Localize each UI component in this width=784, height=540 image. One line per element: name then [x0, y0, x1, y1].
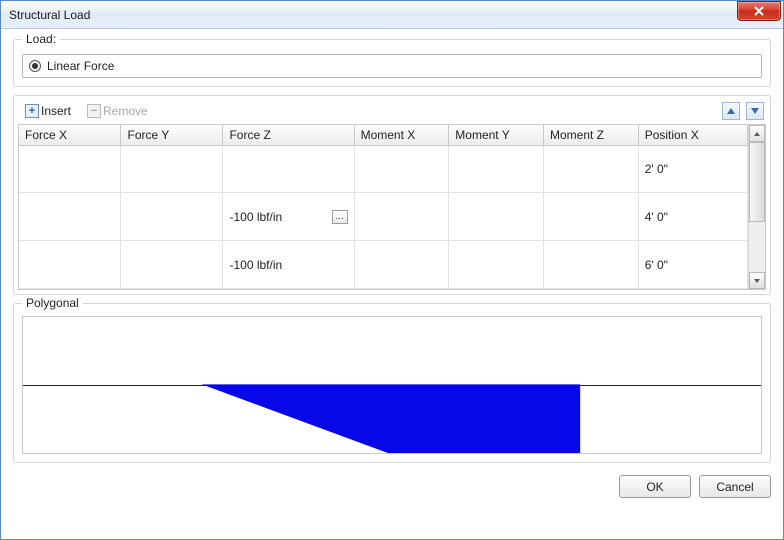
- cell-force-x[interactable]: [19, 145, 121, 193]
- client-area: Load: Linear Force + Insert − Remove: [1, 29, 783, 539]
- cancel-button[interactable]: Cancel: [699, 475, 771, 498]
- arrow-up-icon: [726, 106, 736, 116]
- polygonal-chart: [22, 316, 762, 454]
- cell-moment-x[interactable]: [354, 193, 449, 241]
- load-type-selector[interactable]: Linear Force: [22, 54, 762, 78]
- dialog-footer: OK Cancel: [13, 471, 771, 498]
- cell-force-z[interactable]: -100 lbf/in: [223, 241, 354, 289]
- ok-label: OK: [646, 480, 663, 494]
- scroll-down-button[interactable]: [749, 272, 765, 289]
- table-toolbar: + Insert − Remove: [18, 100, 766, 124]
- table-panel: + Insert − Remove: [13, 95, 771, 295]
- grid-container: Force X Force Y Force Z Moment X Moment …: [18, 124, 766, 290]
- remove-label: Remove: [103, 104, 148, 118]
- header-row: Force X Force Y Force Z Moment X Moment …: [19, 125, 748, 145]
- cell-moment-z[interactable]: [544, 241, 639, 289]
- insert-button[interactable]: + Insert: [20, 102, 76, 120]
- structural-load-dialog: Structural Load Load: Linear Force + Ins…: [0, 0, 784, 540]
- load-table[interactable]: Force X Force Y Force Z Moment X Moment …: [19, 125, 748, 289]
- load-group: Load: Linear Force: [13, 39, 771, 87]
- col-force-z[interactable]: Force Z: [223, 125, 354, 145]
- cell-moment-y[interactable]: [449, 241, 544, 289]
- col-position-x[interactable]: Position X: [638, 125, 747, 145]
- scroll-thumb[interactable]: [749, 142, 765, 222]
- scroll-up-button[interactable]: [749, 125, 765, 142]
- load-type-value: Linear Force: [47, 59, 114, 73]
- cell-moment-y[interactable]: [449, 193, 544, 241]
- minus-icon: −: [87, 104, 101, 118]
- load-group-label: Load:: [22, 32, 60, 46]
- col-moment-x[interactable]: Moment X: [354, 125, 449, 145]
- triangle-up-icon: [753, 130, 761, 138]
- cell-force-z[interactable]: [223, 145, 354, 193]
- radio-selected-icon: [29, 60, 41, 72]
- cell-force-z-value: -100 lbf/in: [229, 210, 282, 224]
- cell-moment-x[interactable]: [354, 145, 449, 193]
- cell-position-x[interactable]: 2' 0": [638, 145, 747, 193]
- triangle-down-icon: [753, 277, 761, 285]
- col-force-y[interactable]: Force Y: [121, 125, 223, 145]
- chart-polygon: [23, 317, 761, 453]
- col-force-x[interactable]: Force X: [19, 125, 121, 145]
- ok-button[interactable]: OK: [619, 475, 691, 498]
- remove-button[interactable]: − Remove: [82, 102, 153, 120]
- titlebar: Structural Load: [1, 1, 783, 29]
- cell-position-x[interactable]: 6' 0": [638, 241, 747, 289]
- cell-ellipsis-button[interactable]: …: [332, 210, 348, 224]
- cell-force-z[interactable]: -100 lbf/in …: [223, 193, 354, 241]
- col-moment-z[interactable]: Moment Z: [544, 125, 639, 145]
- cell-force-y[interactable]: [121, 241, 223, 289]
- table-row[interactable]: 2' 0": [19, 145, 748, 193]
- window-title: Structural Load: [9, 8, 737, 22]
- polygonal-group: Polygonal: [13, 303, 771, 463]
- col-moment-y[interactable]: Moment Y: [449, 125, 544, 145]
- cell-force-x[interactable]: [19, 193, 121, 241]
- insert-label: Insert: [41, 104, 71, 118]
- cell-force-y[interactable]: [121, 145, 223, 193]
- table-row[interactable]: -100 lbf/in … 4' 0": [19, 193, 748, 241]
- plus-icon: +: [25, 104, 39, 118]
- cell-moment-z[interactable]: [544, 145, 639, 193]
- close-button[interactable]: [737, 1, 781, 21]
- cell-moment-z[interactable]: [544, 193, 639, 241]
- cell-position-x[interactable]: 4' 0": [638, 193, 747, 241]
- cell-force-y[interactable]: [121, 193, 223, 241]
- vertical-scrollbar[interactable]: [748, 125, 765, 289]
- move-up-button[interactable]: [722, 102, 740, 120]
- polygonal-label: Polygonal: [22, 296, 83, 310]
- cancel-label: Cancel: [716, 480, 753, 494]
- cell-force-x[interactable]: [19, 241, 121, 289]
- cell-moment-y[interactable]: [449, 145, 544, 193]
- move-down-button[interactable]: [746, 102, 764, 120]
- arrow-down-icon: [750, 106, 760, 116]
- close-icon: [754, 6, 764, 16]
- table-row[interactable]: -100 lbf/in 6' 0": [19, 241, 748, 289]
- cell-moment-x[interactable]: [354, 241, 449, 289]
